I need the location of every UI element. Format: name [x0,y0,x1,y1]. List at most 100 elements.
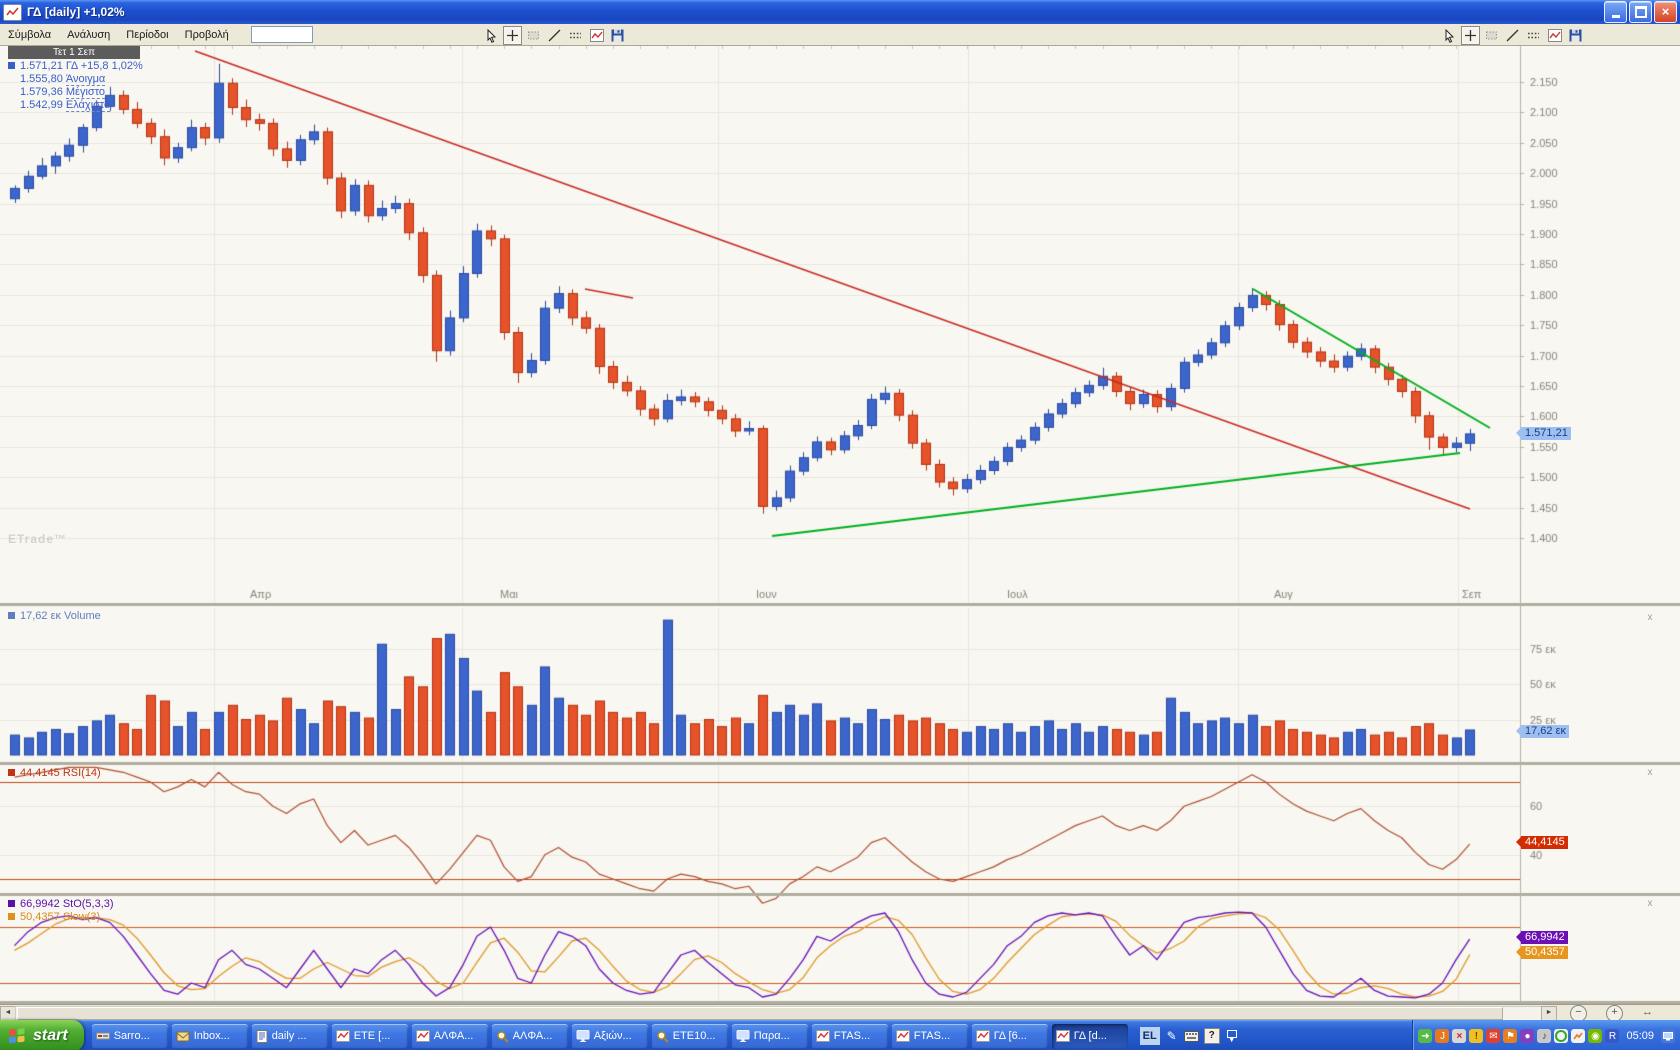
taskbar-button-ΑΛΦΑ[interactable]: ΑΛΦΑ... [412,1024,488,1049]
stoch-k-legend: 66,9942 StO(5,3,3) [8,898,114,910]
magnifier-icon [656,1030,669,1043]
taskbar-button-Sarro[interactable]: Sarro... [92,1024,168,1049]
taskbar-button-Παρα[interactable]: Παρα... [732,1024,808,1049]
crosshair-tool-icon[interactable] [503,26,522,45]
pen-icon[interactable]: ✎ [1164,1028,1180,1044]
line-tool-icon[interactable] [1503,26,1522,45]
windows-flag-icon [7,1026,27,1046]
taskbar-button-ΓΔd[interactable]: ΓΔ [d... [1052,1024,1128,1049]
legend-last-price: 1.571,21 ΓΔ +15,8 1,02% [8,60,143,72]
line-tool-icon[interactable] [545,26,564,45]
menu-item-0[interactable]: Σύμβολα [0,25,59,45]
minimize-icon [1612,15,1620,18]
pointer-tool-icon[interactable] [482,26,501,45]
taskbar-button-FTAS[interactable]: FTAS... [892,1024,968,1049]
taskbar-button-ETE[interactable]: ETE [... [332,1024,408,1049]
language-indicator[interactable]: EL [1140,1027,1160,1045]
taskbar-button-label: ΓΔ [6... [994,1030,1027,1042]
tray-mail-notifier-icon[interactable]: ✉ [1486,1029,1500,1043]
rsi-pane-close-icon[interactable]: x [1644,767,1656,779]
stoch-d-tag: 50,4357 [1521,946,1568,959]
tray-icons: ➜J×!✉⚑●♪ ◉R [1418,1029,1619,1043]
chart-tool-icon[interactable] [1545,26,1564,45]
tray-vnc-icon[interactable]: R [1605,1029,1619,1043]
tray-nvidia-icon[interactable]: ◉ [1588,1029,1602,1043]
scroll-right-button[interactable]: ► [1541,1006,1557,1021]
tray-messenger-icon[interactable]: ● [1520,1029,1534,1043]
stoch-k-marker-icon [8,900,15,907]
chart-icon [816,1030,830,1042]
taskbar-button-ΑΛΦΑ[interactable]: ΑΛΦΑ... [492,1024,568,1049]
price-tag: 1.571,21 [1521,427,1571,440]
taskbar-button-ΕΤΕ10[interactable]: ΕΤΕ10... [652,1024,728,1049]
symbol-input[interactable] [251,26,313,43]
help-icon[interactable]: ? [1204,1028,1220,1044]
rsi-marker-icon [8,769,15,776]
taskbar-button-FTAS[interactable]: FTAS... [812,1024,888,1049]
fit-width-button[interactable]: ↔ [1642,1006,1653,1018]
monitor-icon [736,1030,750,1042]
tray-flag-icon[interactable]: ⚑ [1503,1029,1517,1043]
open-label[interactable]: Άνοιγμα [66,73,105,86]
date-tooltip: Τετ 1 Σεπ [8,46,140,59]
chart-tool-icon[interactable] [587,26,606,45]
save-tool-icon[interactable] [1566,26,1585,45]
taskbar-button-label: Sarro... [114,1030,150,1042]
chart-icon [976,1030,990,1042]
tray-remove-hardware-icon[interactable]: ➜ [1418,1029,1432,1043]
rsi-tag: 44,4145 [1521,836,1568,849]
chart-scroll-strip: ◄ ► − + ↔ [0,1004,1680,1020]
high-label[interactable]: Μέγιστο [66,86,105,99]
menu-item-3[interactable]: Προβολή [177,25,237,45]
chart-canvas[interactable] [0,46,1680,1004]
scrollbar-thumb[interactable] [17,1007,1503,1020]
start-button[interactable]: start [0,1020,84,1050]
network-tray-icon[interactable] [1661,1029,1675,1043]
scrollbar-track[interactable] [15,1006,1542,1021]
taskbar-button-Αξιν[interactable]: Αξιών... [572,1024,648,1049]
menu-item-2[interactable]: Περίοδοι [118,25,176,45]
crosshair-tool-icon[interactable] [1461,26,1480,45]
taskbar-button-label: ΓΔ [d... [1074,1030,1107,1042]
rsi-legend: 44,4145 RSI(14) [8,767,101,779]
restore-button[interactable] [1629,1,1652,23]
clock: 05:09 [1626,1030,1654,1042]
taskbar-button-label: Παρα... [754,1030,790,1042]
dots-tool-icon[interactable] [1524,26,1543,45]
chart-icon [416,1030,430,1042]
tray-security-shield-icon[interactable]: ! [1469,1029,1483,1043]
scroll-left-button[interactable]: ◄ [0,1006,16,1021]
magnifier-icon [496,1030,509,1043]
close-button[interactable]: × [1654,1,1677,23]
app-chart-icon [3,4,22,21]
region-tool-icon[interactable] [524,26,543,45]
taskbar-button-label: ETE [... [354,1030,391,1042]
save-tool-icon[interactable] [608,26,627,45]
chart-icon [336,1030,350,1042]
taskbar-button-label: Inbox... [194,1030,230,1042]
dots-tool-icon[interactable] [566,26,585,45]
monitor-icon [576,1030,590,1042]
taskbar: start Sarro... Inbox... daily ... ETE [... Α… [0,1020,1680,1050]
pointer-tool-icon[interactable] [1440,26,1459,45]
region-tool-icon[interactable] [1482,26,1501,45]
taskbar-button-daily[interactable]: daily ... [252,1024,328,1049]
volume-pane-close-icon[interactable]: x [1644,612,1656,624]
low-label[interactable]: Ελάχιστο [66,99,110,112]
langbar-restore-icon[interactable]: ▼ [1224,1028,1240,1044]
taskbar-button-Inbox[interactable]: Inbox... [172,1024,248,1049]
stoch-pane-close-icon[interactable]: x [1644,898,1656,910]
taskbar-button-ΓΔ6[interactable]: ΓΔ [6... [972,1024,1048,1049]
tray-msn-icon[interactable] [1571,1029,1585,1043]
minimize-button[interactable] [1604,1,1627,23]
stoch-d-legend: 50,4357 Slow(3) [8,911,100,923]
window-titlebar[interactable]: ΓΔ [daily] +1,02% × [0,0,1680,24]
tray-antivirus-icon[interactable] [1554,1029,1568,1043]
menu-items: ΣύμβολαΑνάλυσηΠερίοδοιΠροβολή [0,25,237,45]
keyboard-icon[interactable] [1184,1028,1200,1044]
tray-volume-icon[interactable]: ♪ [1537,1029,1551,1043]
task-buttons: Sarro... Inbox... daily ... ETE [... ΑΛΦΑ...… [90,1024,1130,1049]
menu-item-1[interactable]: Ανάλυση [59,25,118,45]
tray-net-error-icon[interactable]: × [1452,1029,1466,1043]
tray-java-icon[interactable]: J [1435,1029,1449,1043]
